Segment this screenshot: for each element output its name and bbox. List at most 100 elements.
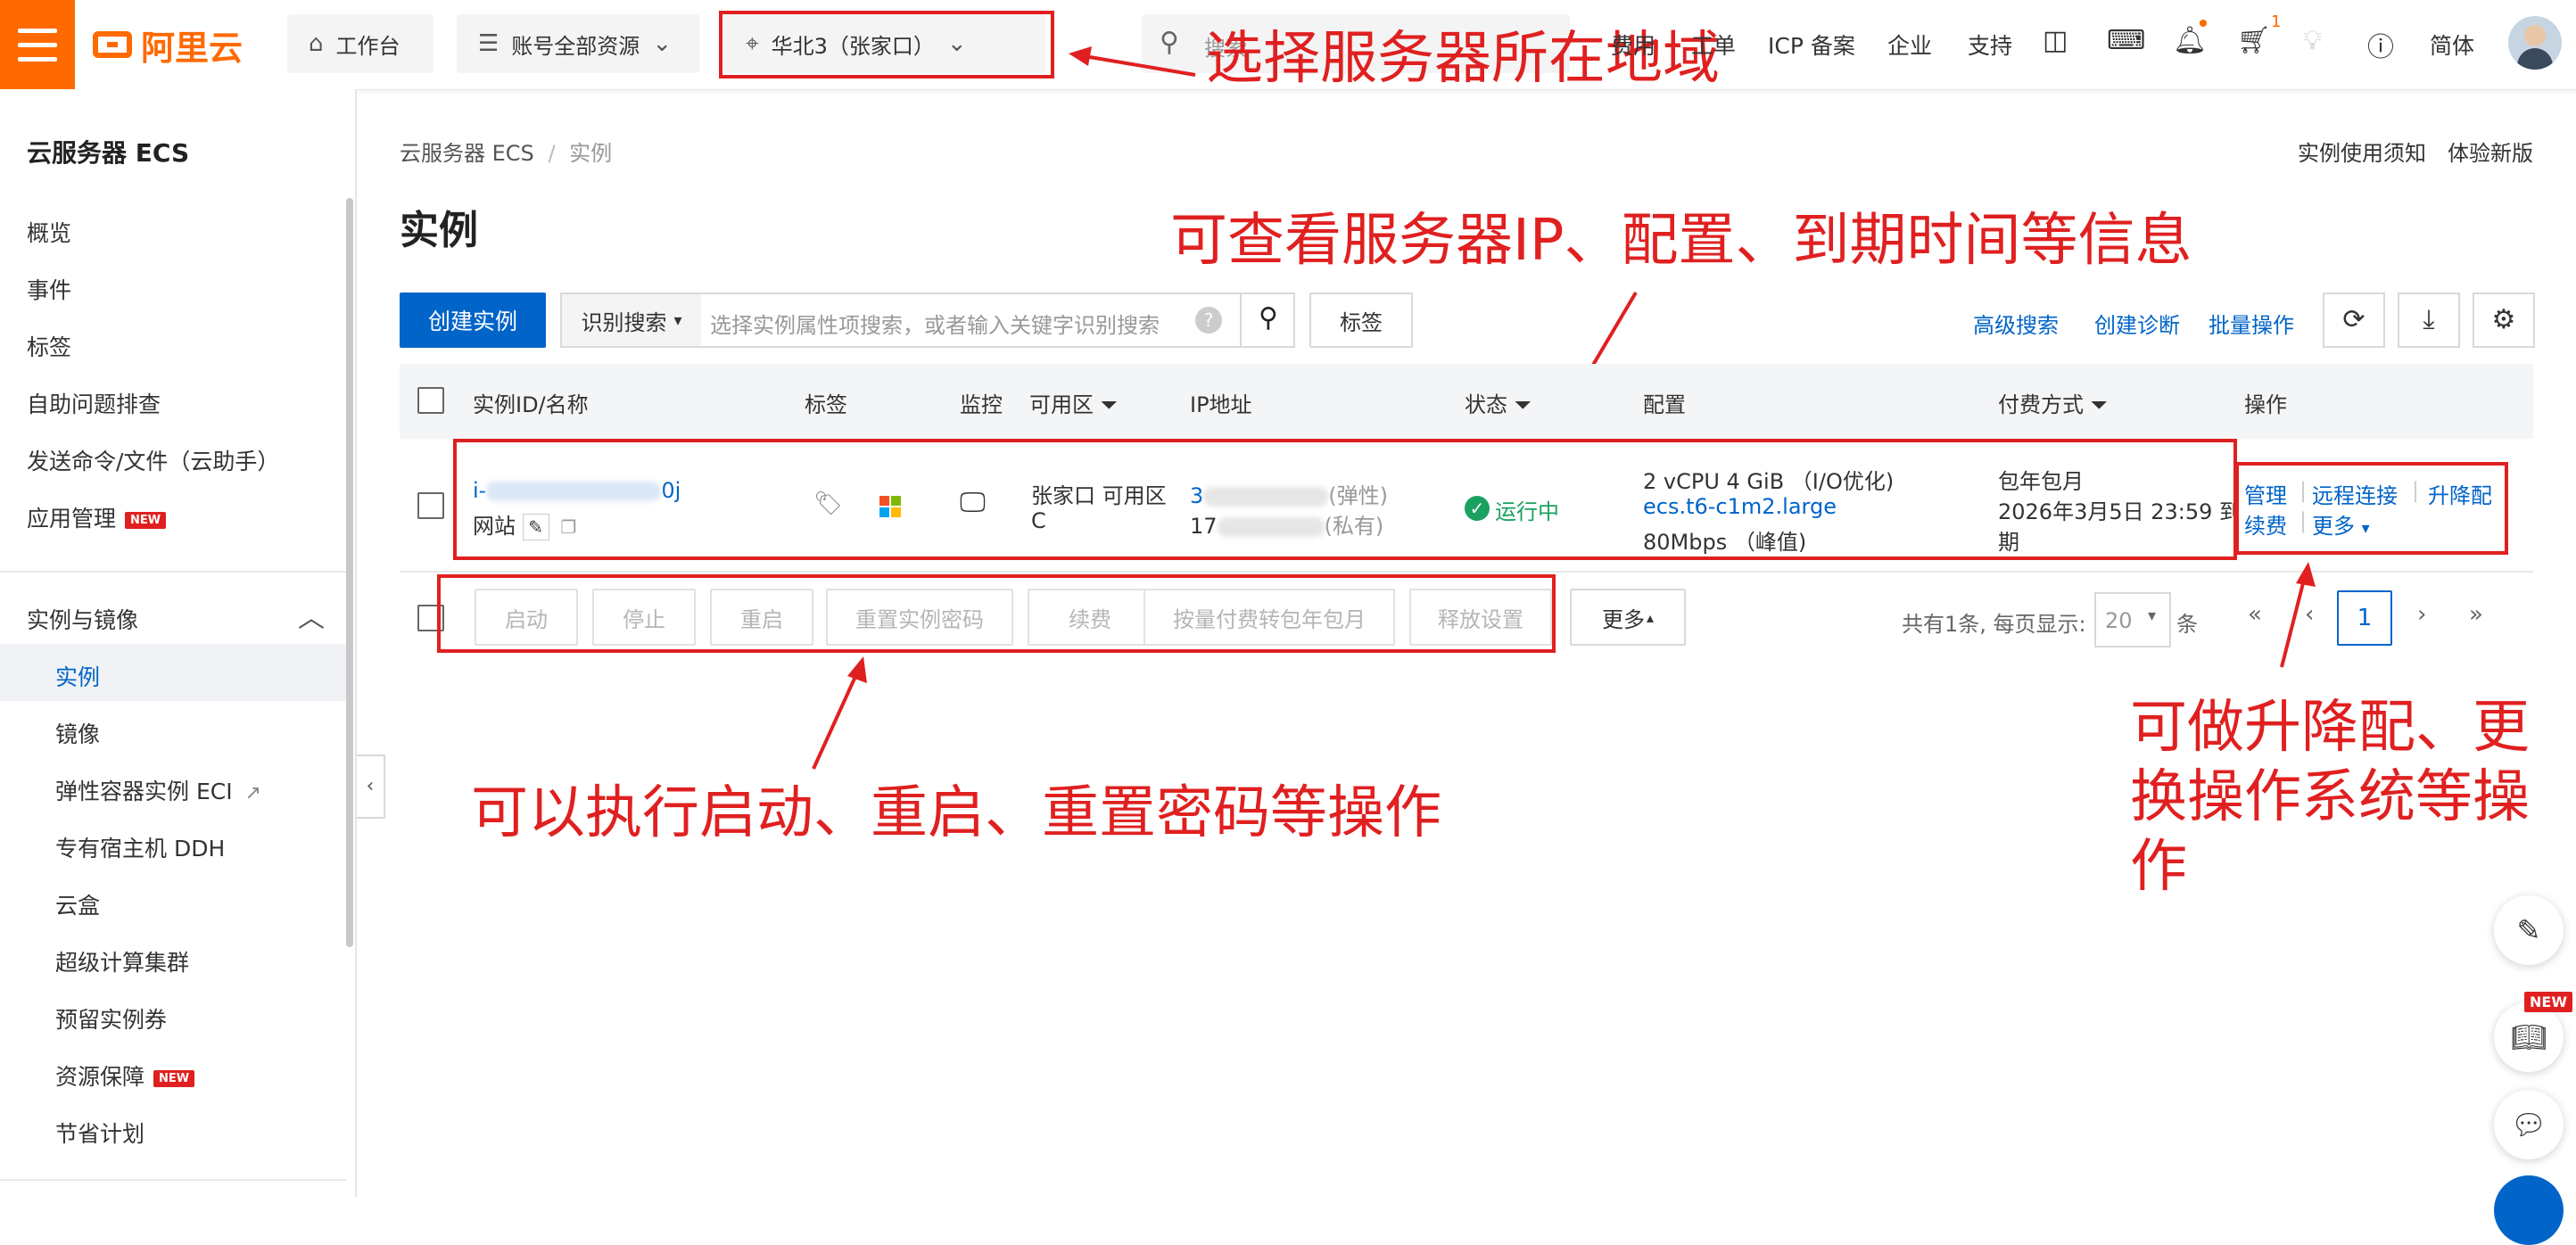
sidebar-item-resource-assurance[interactable]: 资源保障 NEW	[55, 1059, 195, 1092]
resource-group-label: 账号全部资源	[511, 33, 640, 59]
nav-link-enterprise[interactable]: 企业	[1887, 29, 1932, 61]
bell-icon[interactable]: 🔔︎	[2173, 25, 2207, 56]
sidebar-divider	[0, 571, 346, 573]
column-header-id-name: 实例ID/名称	[473, 392, 589, 417]
nav-link-ticket[interactable]: 工单	[1691, 29, 1736, 61]
column-header-zone[interactable]: 可用区 ⏷	[1029, 387, 1118, 418]
page-number-current[interactable]: 1	[2337, 590, 2392, 646]
bulk-more-label: 更多	[1601, 606, 1645, 632]
workbench-button[interactable]: ⌂ 工作台	[287, 14, 433, 73]
search-type-label: 识别搜索	[581, 309, 667, 335]
advanced-search-link[interactable]: 高级搜索	[1973, 308, 2059, 339]
create-diagnosis-link[interactable]: 创建诊断	[2094, 308, 2180, 339]
create-instance-button[interactable]: 创建实例	[400, 293, 546, 348]
sidebar-item-app-management[interactable]: 应用管理 NEW	[27, 501, 167, 533]
batch-operation-link[interactable]: 批量操作	[2209, 308, 2294, 339]
terminal-icon[interactable]: ⌨	[2107, 25, 2145, 56]
download-icon[interactable]: ⤓	[2398, 293, 2460, 348]
sidebar-item-troubleshoot[interactable]: 自助问题排查	[27, 387, 161, 419]
nav-link-support[interactable]: 支持	[1968, 29, 2012, 61]
home-icon: ⌂	[309, 30, 324, 57]
page-size-value: 20	[2105, 608, 2133, 633]
sidebar-item-tags[interactable]: 标签	[27, 330, 71, 362]
resource-group-selector[interactable]: ☰ 账号全部资源 ⌄	[457, 14, 699, 73]
search-type-select[interactable]: 识别搜索 ▾	[562, 294, 701, 346]
sidebar-collapse-button[interactable]: ‹	[357, 754, 385, 819]
sidebar-item-label: 资源保障	[55, 1064, 145, 1090]
chat-button[interactable]: 💬︎	[2494, 1090, 2564, 1159]
new-badge: NEW	[2524, 992, 2572, 1012]
annotation-arrow-actions	[2280, 562, 2316, 668]
first-page-icon[interactable]: «	[2248, 601, 2262, 628]
row-divider	[400, 571, 2533, 573]
instance-notice-link[interactable]: 实例使用须知	[2298, 136, 2426, 167]
sidebar-item-hpc-cluster[interactable]: 超级计算集群	[55, 945, 189, 977]
avatar[interactable]	[2508, 16, 2562, 70]
sidebar-item-savings-plan[interactable]: 节省计划	[55, 1117, 144, 1149]
sidebar-item-overview[interactable]: 概览	[27, 216, 71, 248]
menu-icon[interactable]	[0, 0, 75, 89]
settings-icon[interactable]: ⚙	[2473, 293, 2535, 348]
column-header-actions: 操作	[2244, 392, 2287, 417]
filter-icon: ⏷	[1514, 392, 1532, 417]
filter-icon: ⏷	[1100, 392, 1118, 417]
annotation-upgrade-text-3: 作	[2130, 834, 2187, 900]
aliyun-logo[interactable]: 阿里云	[93, 23, 243, 68]
sidebar-active-highlight	[0, 644, 348, 701]
sidebar-group-instances-images[interactable]: 实例与镜像	[27, 603, 138, 635]
caret-down-icon: ▾	[2148, 606, 2157, 625]
row-checkbox[interactable]	[417, 492, 444, 519]
app-icon[interactable]: ◫	[2043, 25, 2068, 56]
sidebar-item-ddh[interactable]: 专有宿主机 DDH	[55, 831, 225, 863]
cart-icon[interactable]: 🛒︎	[2237, 25, 2271, 56]
refresh-icon[interactable]: ⟳	[2323, 293, 2385, 348]
assistant-button[interactable]	[2494, 1175, 2564, 1245]
last-page-icon[interactable]: »	[2469, 601, 2483, 628]
sidebar-item-images[interactable]: 镜像	[55, 717, 100, 749]
next-page-icon[interactable]: ›	[2417, 601, 2426, 628]
annotation-box-row	[453, 439, 2237, 560]
chevron-left-icon: ‹	[366, 775, 375, 797]
select-all-checkbox[interactable]	[417, 387, 444, 414]
help-icon[interactable]: ?	[1195, 307, 1222, 334]
sidebar-scrollbar[interactable]	[346, 198, 353, 947]
column-header-billing[interactable]: 付费方式 ⏷	[1998, 387, 2108, 418]
sidebar-item-eci[interactable]: 弹性容器实例 ECI ↗	[55, 774, 261, 806]
column-header-config: 配置	[1643, 392, 1686, 417]
nav-link-icp[interactable]: ICP 备案	[1768, 29, 1855, 61]
annotation-upgrade-text-2: 换操作系统等操	[2130, 764, 2530, 830]
search-icon: ⚲	[1259, 302, 1278, 334]
pagination-summary: 共有1条, 每页显示:	[1902, 612, 2086, 637]
bulk-more-button[interactable]: 更多 ▴	[1570, 589, 1686, 646]
lightbulb-icon[interactable]: 💡︎	[2303, 25, 2322, 56]
sidebar-item-cloud-box[interactable]: 云盒	[55, 888, 100, 920]
aliyun-logo-icon	[93, 31, 132, 58]
breadcrumb-ecs[interactable]: 云服务器 ECS	[400, 141, 534, 166]
edit-feedback-button[interactable]: ✎	[2494, 895, 2564, 965]
instance-search-input[interactable]: 选择实例属性项搜索，或者输入关键字识别搜索	[710, 308, 1160, 339]
sidebar-item-cloud-assistant[interactable]: 发送命令/文件（云助手）	[27, 444, 279, 476]
page-title: 实例	[400, 208, 478, 253]
sidebar-item-events[interactable]: 事件	[27, 273, 71, 305]
sidebar-divider	[0, 1179, 346, 1181]
tag-filter-button[interactable]: 标签	[1309, 293, 1413, 348]
cart-count-badge: 1	[2271, 12, 2282, 31]
new-badge: NEW	[125, 511, 167, 529]
try-new-version-link[interactable]: 体验新版	[2448, 136, 2533, 167]
help-icon[interactable]: ⓘ	[2367, 25, 2394, 64]
annotation-info-text: 可查看服务器IP、配置、到期时间等信息	[1170, 208, 2192, 274]
caret-down-icon: ▾	[673, 310, 682, 330]
sidebar-item-instances[interactable]: 实例	[55, 660, 100, 692]
page-number-label: 1	[2357, 605, 2373, 631]
page-size-select[interactable]: 20 ▾	[2094, 592, 2171, 647]
nav-link-billing[interactable]: 费用	[1611, 29, 1655, 61]
annotation-upgrade-text-1: 可做升降配、更	[2130, 695, 2530, 761]
search-button[interactable]: ⚲	[1240, 293, 1295, 348]
annotation-arrow-region	[1069, 46, 1196, 77]
sidebar-item-reserved-instances[interactable]: 预留实例券	[55, 1002, 167, 1035]
guide-button[interactable]: 📖︎	[2494, 1002, 2564, 1072]
external-link-icon: ↗	[244, 782, 261, 804]
chevron-up-icon[interactable]: ︿	[298, 596, 325, 635]
language-switch[interactable]: 简体	[2430, 29, 2474, 61]
column-header-status[interactable]: 状态 ⏷	[1465, 387, 1532, 418]
